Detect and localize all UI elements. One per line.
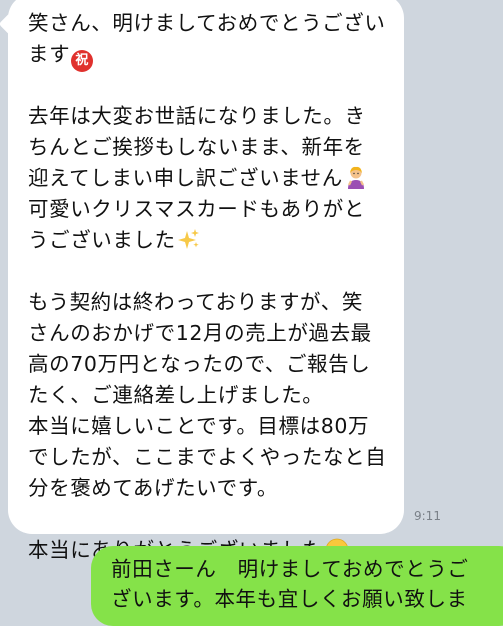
outgoing-message-bubble[interactable]: 前田さーん 明けましておめでとうご ざいます。本年も宜しくお願い致しま	[91, 546, 503, 626]
chat-area[interactable]: 笑さん、明けましておめでとうござい ます祝 去年は大変お世話になりました。き ち…	[0, 0, 503, 626]
outgoing-message-text: 前田さーん 明けましておめでとうご ざいます。本年も宜しくお願い致しま	[111, 554, 503, 614]
celebrate-badge-icon: 祝	[71, 50, 94, 72]
message-line: ざいます。本年も宜しくお願い致しま	[111, 587, 468, 611]
message-line: もう契約は終わっておりますが、笑	[28, 290, 363, 314]
incoming-message-text: 笑さん、明けましておめでとうござい ます祝 去年は大変お世話になりました。き ち…	[28, 8, 386, 566]
message-line: 笑さん、明けましておめでとうござい	[28, 11, 386, 35]
message-line: ちんとご挨拶もしないまま、新年を	[28, 135, 365, 159]
sparkles-icon	[177, 229, 199, 249]
message-line-text: 迎えてしまい申し訳ございません	[28, 166, 343, 190]
message-line-text: ます	[28, 42, 71, 66]
message-line: さんのおかげで12月の売上が過去最	[28, 321, 372, 345]
message-line: 高の70万円となったので、ご報告し	[28, 352, 371, 376]
apologizing-person-icon	[347, 166, 364, 189]
message-line: でしたが、ここまでよくやったなと自	[28, 445, 387, 469]
message-line: うございました	[28, 225, 386, 256]
message-line: 分を褒めてあげたいです。	[28, 476, 278, 500]
message-line-text: うございました	[28, 228, 176, 252]
message-line: たく、ご連絡差し上げました。	[28, 383, 324, 407]
message-line: 前田さーん 明けましておめでとうご	[111, 557, 469, 581]
message-line: 本当に嬉しいことです。目標は80万	[28, 414, 370, 438]
incoming-message-bubble[interactable]: 笑さん、明けましておめでとうござい ます祝 去年は大変お世話になりました。き ち…	[0, 0, 404, 562]
message-line: 可愛いクリスマスカードもありがと	[28, 197, 365, 221]
message-line: 迎えてしまい申し訳ございません	[28, 163, 386, 194]
message-line: 去年は大変お世話になりました。き	[28, 104, 366, 128]
incoming-bubble-tail	[0, 12, 22, 36]
message-timestamp: 9:11	[414, 509, 441, 523]
message-line: ます祝	[28, 39, 386, 72]
